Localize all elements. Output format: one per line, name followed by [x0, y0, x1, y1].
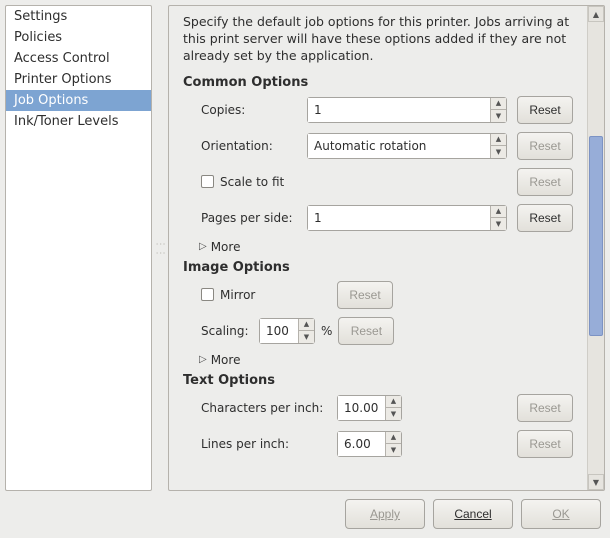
text-options-heading: Text Options: [183, 373, 573, 388]
scaling-spinner[interactable]: 100 ▲ ▼: [259, 318, 315, 344]
chevron-up-icon[interactable]: ▲: [491, 134, 506, 146]
mirror-row: Mirror Reset: [201, 281, 573, 309]
lpi-row: Lines per inch: 6.00 ▲ ▼ Reset: [201, 430, 573, 458]
mirror-checkbox[interactable]: Mirror: [201, 288, 331, 302]
sidebar: Settings Policies Access Control Printer…: [5, 5, 152, 491]
mirror-reset-button: Reset: [337, 281, 393, 309]
sidebar-item-printer-options[interactable]: Printer Options: [6, 69, 151, 90]
sidebar-item-ink-toner[interactable]: Ink/Toner Levels: [6, 111, 151, 132]
orientation-value: Automatic rotation: [308, 134, 490, 158]
chevron-up-icon[interactable]: ▲: [491, 206, 506, 218]
copies-reset-button[interactable]: Reset: [517, 96, 573, 124]
common-more-expander[interactable]: ▷ More: [199, 240, 573, 254]
lpi-label: Lines per inch:: [201, 437, 331, 451]
copies-row: Copies: 1 ▲ ▼ Reset: [201, 96, 573, 124]
scale-to-fit-reset-button: Reset: [517, 168, 573, 196]
cpi-value[interactable]: 10.00: [338, 396, 385, 420]
scaling-reset-button: Reset: [338, 317, 394, 345]
text-options-body: Characters per inch: 10.00 ▲ ▼ Reset L: [183, 394, 573, 458]
more-label: More: [211, 240, 241, 254]
orientation-label: Orientation:: [201, 139, 301, 153]
dialog-footer: Apply Cancel OK: [5, 491, 605, 533]
scroll-down-button[interactable]: ▼: [588, 474, 604, 490]
scale-to-fit-row: Scale to fit Reset: [201, 168, 573, 196]
common-options-heading: Common Options: [183, 75, 573, 90]
cpi-spinner[interactable]: 10.00 ▲ ▼: [337, 395, 402, 421]
chevron-down-icon[interactable]: ▼: [299, 330, 314, 343]
cpi-row: Characters per inch: 10.00 ▲ ▼ Reset: [201, 394, 573, 422]
pane-resize-grip[interactable]: ⋮⋮: [156, 5, 164, 491]
content-area: Settings Policies Access Control Printer…: [5, 5, 605, 491]
chevron-down-icon[interactable]: ▼: [491, 109, 506, 122]
pages-per-side-label: Pages per side:: [201, 211, 301, 225]
copies-value[interactable]: 1: [308, 98, 490, 122]
main-panel: Specify the default job options for this…: [168, 5, 605, 491]
main-content: Specify the default job options for this…: [169, 6, 587, 490]
sidebar-item-settings[interactable]: Settings: [6, 6, 151, 27]
copies-label: Copies:: [201, 103, 301, 117]
scale-to-fit-checkbox[interactable]: Scale to fit: [201, 175, 507, 189]
cpi-label: Characters per inch:: [201, 401, 331, 415]
apply-button: Apply: [345, 499, 425, 529]
pages-per-side-value: 1: [308, 206, 490, 230]
checkbox-box-icon[interactable]: [201, 175, 214, 188]
pages-per-side-row: Pages per side: 1 ▲ ▼ Reset: [201, 204, 573, 232]
checkbox-box-icon[interactable]: [201, 288, 214, 301]
sidebar-item-job-options[interactable]: Job Options: [6, 90, 151, 111]
chevron-down-icon[interactable]: ▼: [491, 217, 506, 230]
orientation-row: Orientation: Automatic rotation ▲ ▼ Rese…: [201, 132, 573, 160]
scaling-unit: %: [321, 324, 332, 338]
image-options-heading: Image Options: [183, 260, 573, 275]
triangle-right-icon: ▷: [199, 241, 207, 252]
chevron-down-icon[interactable]: ▼: [491, 145, 506, 158]
chevron-up-icon[interactable]: ▲: [386, 396, 401, 408]
vertical-scrollbar[interactable]: ▲ ▼: [587, 6, 604, 490]
description-text: Specify the default job options for this…: [183, 14, 573, 65]
pages-per-side-reset-button[interactable]: Reset: [517, 204, 573, 232]
scale-to-fit-label: Scale to fit: [220, 175, 284, 189]
sidebar-item-access-control[interactable]: Access Control: [6, 48, 151, 69]
lpi-value[interactable]: 6.00: [338, 432, 385, 456]
pages-per-side-combo[interactable]: 1 ▲ ▼: [307, 205, 507, 231]
chevron-up-icon[interactable]: ▲: [299, 319, 314, 331]
chevron-down-icon[interactable]: ▼: [386, 407, 401, 420]
cpi-reset-button: Reset: [517, 394, 573, 422]
mirror-label: Mirror: [220, 288, 255, 302]
sidebar-item-policies[interactable]: Policies: [6, 27, 151, 48]
printer-properties-window: Settings Policies Access Control Printer…: [0, 0, 610, 538]
scaling-value[interactable]: 100: [260, 319, 298, 343]
lpi-spinner[interactable]: 6.00 ▲ ▼: [337, 431, 402, 457]
scaling-row: Scaling: 100 ▲ ▼ % Reset: [201, 317, 573, 345]
chevron-down-icon[interactable]: ▼: [386, 443, 401, 456]
orientation-combo[interactable]: Automatic rotation ▲ ▼: [307, 133, 507, 159]
more-label: More: [211, 353, 241, 367]
scaling-label: Scaling:: [201, 324, 253, 338]
orientation-reset-button: Reset: [517, 132, 573, 160]
cancel-button[interactable]: Cancel: [433, 499, 513, 529]
scroll-thumb[interactable]: [589, 136, 603, 336]
chevron-up-icon[interactable]: ▲: [386, 432, 401, 444]
chevron-up-icon[interactable]: ▲: [491, 98, 506, 110]
copies-spinner[interactable]: 1 ▲ ▼: [307, 97, 507, 123]
image-more-expander[interactable]: ▷ More: [199, 353, 573, 367]
scroll-up-button[interactable]: ▲: [588, 6, 604, 22]
common-options-body: Copies: 1 ▲ ▼ Reset Orientation:: [183, 96, 573, 254]
ok-button: OK: [521, 499, 601, 529]
lpi-reset-button: Reset: [517, 430, 573, 458]
triangle-right-icon: ▷: [199, 354, 207, 365]
image-options-body: Mirror Reset Scaling: 100 ▲ ▼: [183, 281, 573, 367]
